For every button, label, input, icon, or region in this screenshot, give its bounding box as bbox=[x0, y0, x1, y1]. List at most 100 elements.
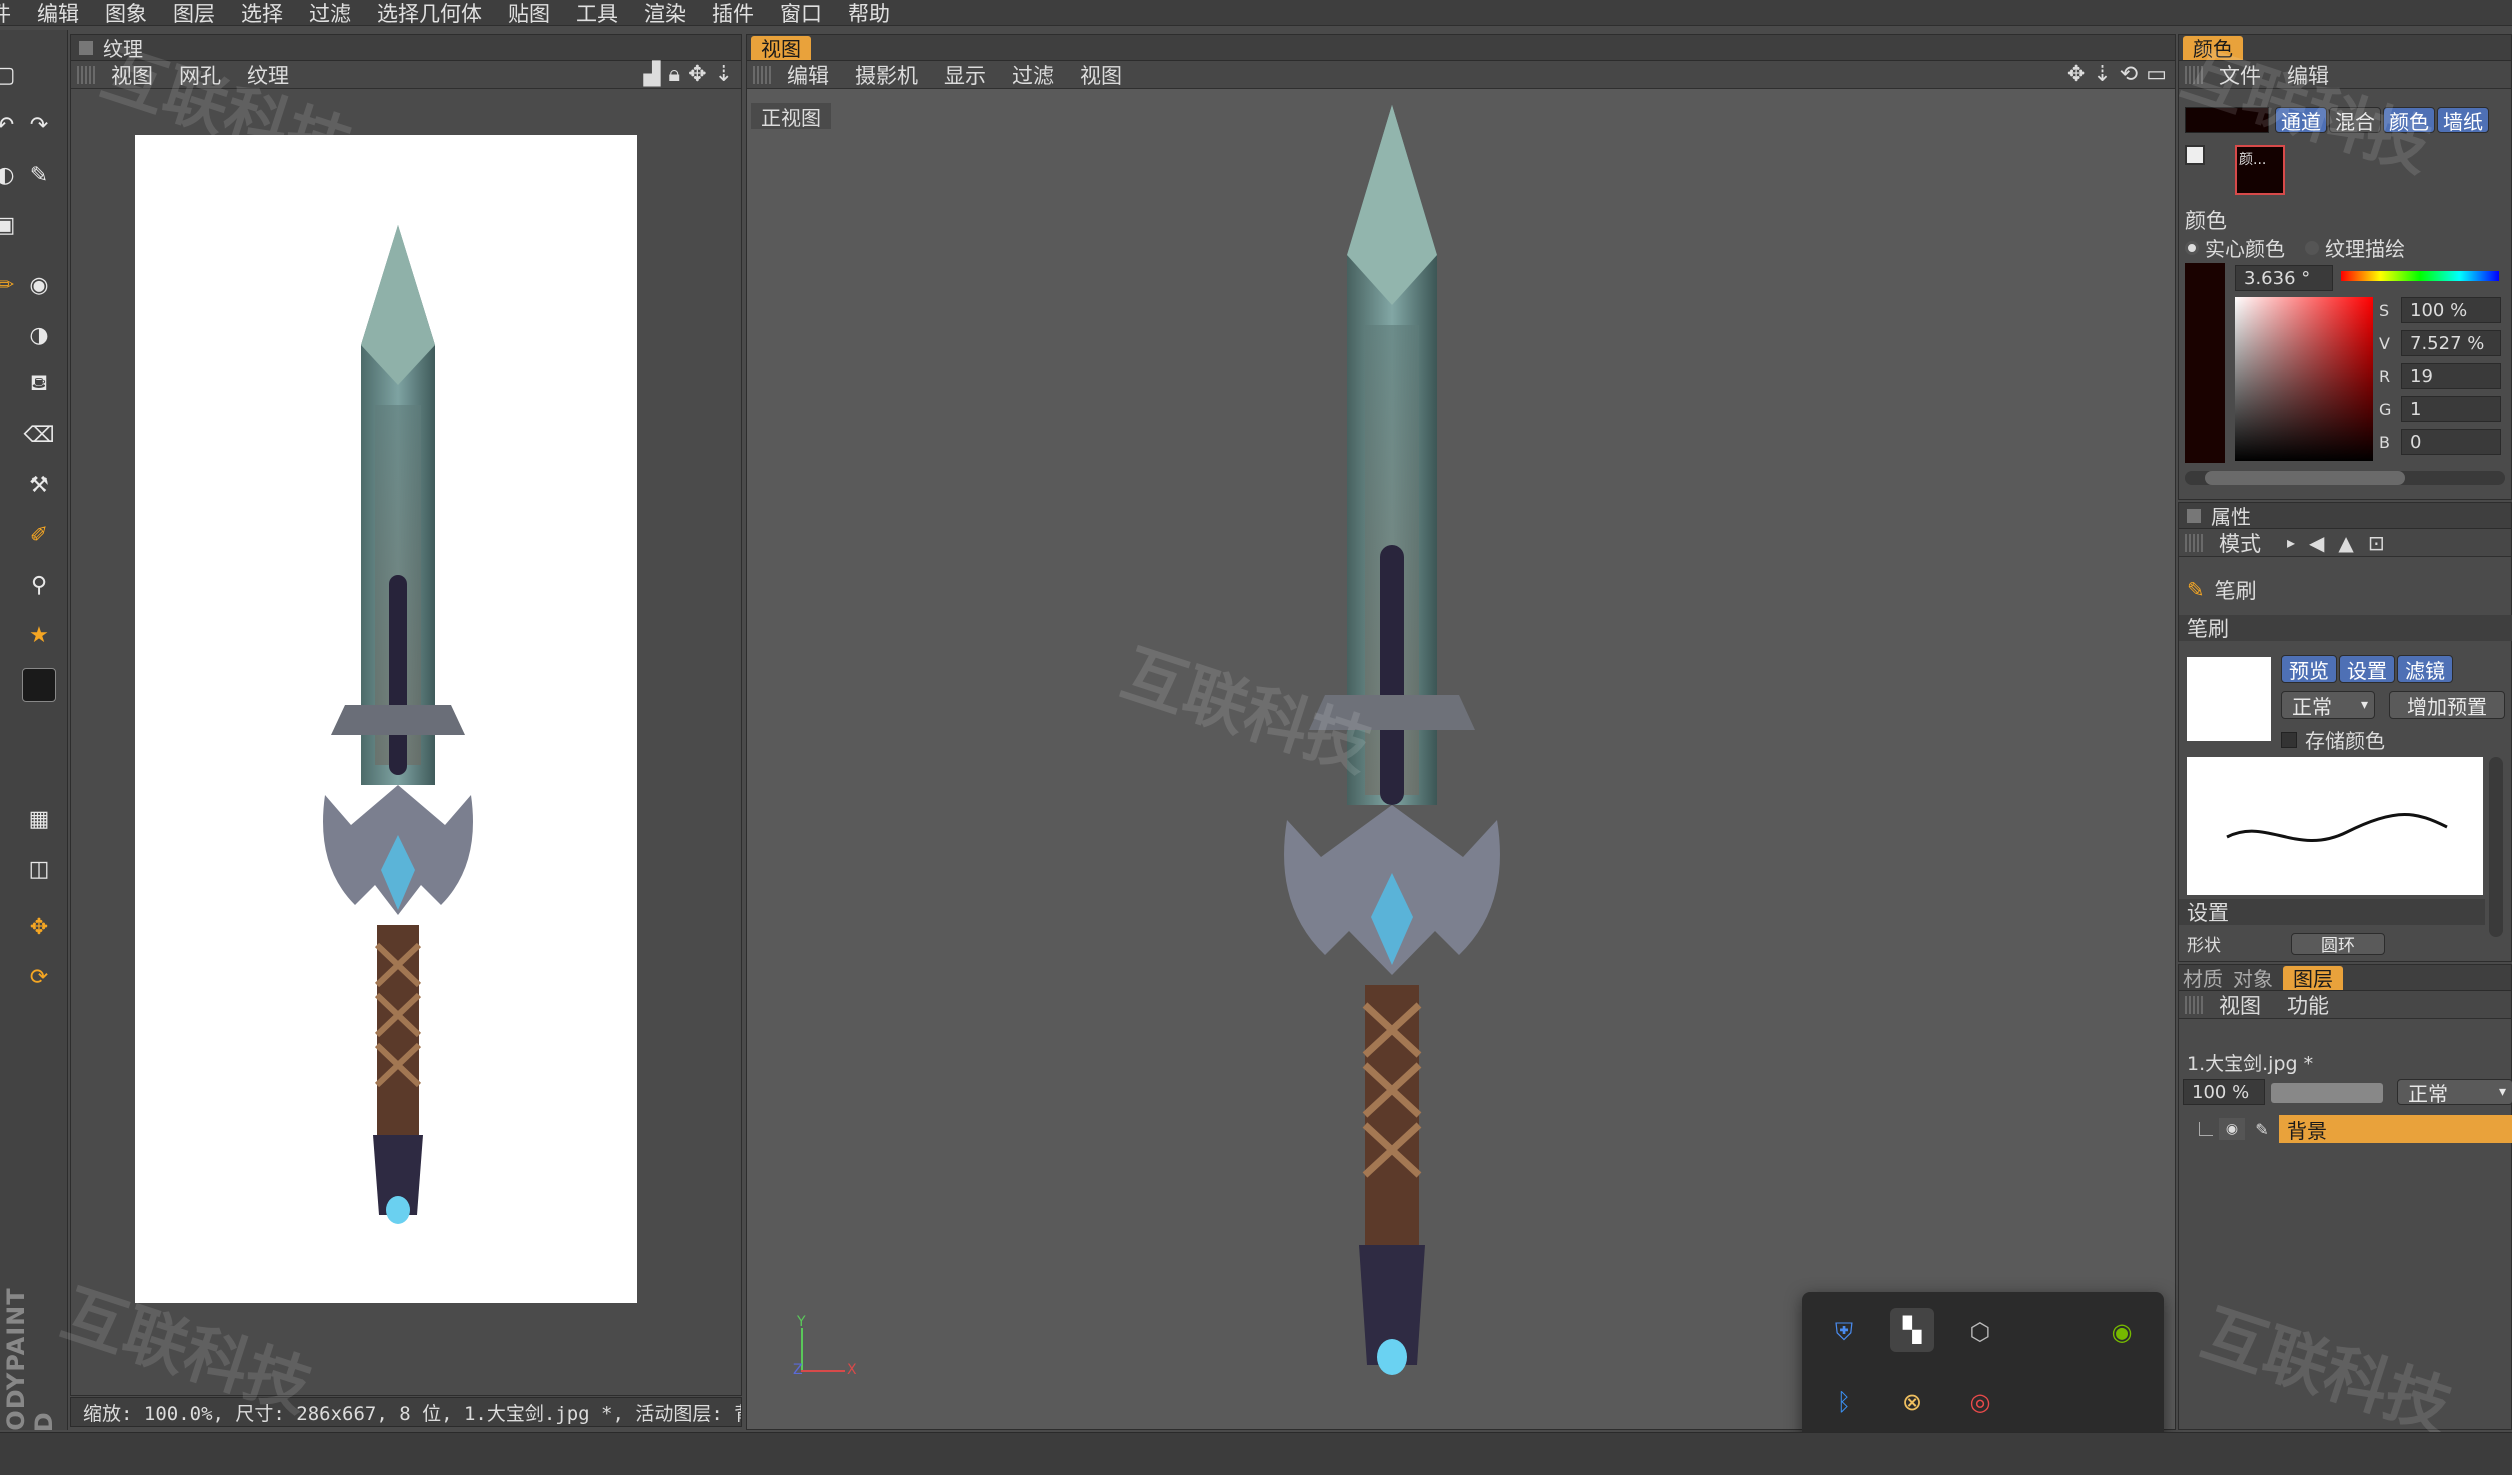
circle-x-icon[interactable]: ⊗ bbox=[1890, 1380, 1934, 1424]
field-r[interactable]: 19 bbox=[2401, 363, 2501, 389]
viewport-menu-display[interactable]: 显示 bbox=[944, 60, 986, 90]
fg-bg-swatch-icon[interactable] bbox=[2185, 145, 2205, 165]
tab-settings[interactable]: 设置 bbox=[2339, 655, 2395, 683]
hue-field[interactable]: 3.636 ° bbox=[2235, 265, 2333, 291]
tab-preset[interactable]: 预览 bbox=[2281, 655, 2337, 683]
eye-icon[interactable]: ◉ bbox=[2219, 1118, 2245, 1140]
nvidia-icon[interactable]: ◉ bbox=[2100, 1310, 2144, 1354]
menu-tools[interactable]: 工具 bbox=[576, 0, 618, 28]
menu-edit[interactable]: 编辑 bbox=[37, 0, 79, 28]
tab-filter[interactable]: 滤镜 bbox=[2397, 655, 2453, 683]
paint-icon[interactable]: ◐ bbox=[0, 158, 22, 192]
attributes-scrollbar[interactable] bbox=[2489, 757, 2503, 937]
clone-brush-icon[interactable]: ✐ bbox=[22, 518, 56, 552]
hue-slider[interactable] bbox=[2341, 271, 2499, 281]
bluetooth-icon[interactable]: ᛒ bbox=[1822, 1380, 1866, 1424]
radio-texture-paint[interactable] bbox=[2305, 240, 2319, 255]
tab-view[interactable]: 视图 bbox=[751, 35, 811, 61]
viewport-menu-view[interactable]: 视图 bbox=[1080, 60, 1122, 90]
viewport-menu-edit[interactable]: 编辑 bbox=[787, 60, 829, 90]
panel-collapse-icon[interactable] bbox=[79, 40, 93, 55]
menu-window[interactable]: 窗口 bbox=[780, 0, 822, 28]
tab-object[interactable]: 对象 bbox=[2233, 963, 2273, 992]
stamp-icon[interactable]: ⚒ bbox=[22, 468, 56, 502]
layer-row-background[interactable]: ◉ ✎ 背景 bbox=[2199, 1115, 2512, 1143]
lock-icon[interactable]: ⊡ bbox=[2368, 531, 2385, 555]
pan-icon[interactable]: ✥ bbox=[688, 62, 706, 87]
tab-wallpaper[interactable]: 墙纸 bbox=[2437, 107, 2489, 134]
menu-render[interactable]: 渲染 bbox=[644, 0, 686, 28]
menu-help[interactable]: 帮助 bbox=[848, 0, 890, 28]
menu-texture[interactable]: 贴图 bbox=[508, 0, 550, 28]
current-color-swatch[interactable] bbox=[2185, 107, 2269, 133]
undo-icon[interactable]: ↶ bbox=[0, 108, 22, 142]
field-s[interactable]: 100 % bbox=[2401, 297, 2501, 323]
menu-select[interactable]: 选择 bbox=[241, 0, 283, 28]
tab-material[interactable]: 材质 bbox=[2183, 963, 2223, 992]
brush-lock-icon[interactable]: ✎ bbox=[2251, 1118, 2273, 1140]
sword-3d-model[interactable] bbox=[1237, 105, 1547, 1385]
maximize-icon[interactable]: ▭ bbox=[2146, 62, 2167, 87]
menu-image[interactable]: 图象 bbox=[105, 0, 147, 28]
viewport-menu-camera[interactable]: 摄影机 bbox=[855, 60, 918, 90]
brush-preview-thumb[interactable] bbox=[2187, 657, 2271, 741]
grid-app-icon[interactable]: ▚ bbox=[1890, 1308, 1934, 1352]
gradient-icon[interactable]: ◑ bbox=[22, 318, 56, 352]
shield-app-icon[interactable]: ⛨ bbox=[1822, 1310, 1866, 1354]
up-arrow-icon[interactable]: ▲ bbox=[2338, 531, 2353, 555]
layers-menu-view[interactable]: 视图 bbox=[2219, 990, 2261, 1020]
menu-plugins[interactable]: 插件 bbox=[712, 0, 754, 28]
layer-name[interactable]: 背景 bbox=[2279, 1115, 2512, 1143]
redo-icon[interactable]: ↷ bbox=[22, 108, 56, 142]
menu-file[interactable]: 件 bbox=[0, 0, 11, 28]
pencil-icon[interactable]: ✏ bbox=[0, 268, 22, 302]
menu-filter[interactable]: 过滤 bbox=[309, 0, 351, 28]
tab-layers[interactable]: 图层 bbox=[2283, 965, 2343, 991]
select-icon[interactable]: ▢ bbox=[0, 58, 22, 92]
color-scrollbar[interactable] bbox=[2185, 471, 2505, 485]
store-color-checkbox[interactable] bbox=[2281, 731, 2297, 748]
menu-select-geometry[interactable]: 选择几何体 bbox=[377, 0, 482, 28]
add-preset-button[interactable]: 增加预置 bbox=[2389, 691, 2505, 719]
menu-layer[interactable]: 图层 bbox=[173, 0, 215, 28]
move-icon[interactable]: ✥ bbox=[22, 910, 56, 944]
panel-collapse-icon[interactable] bbox=[2187, 508, 2201, 523]
layer-opacity-field[interactable]: 100 % bbox=[2183, 1079, 2265, 1105]
netease-music-icon[interactable]: ◎ bbox=[1958, 1380, 2002, 1424]
field-b[interactable]: 0 bbox=[2401, 429, 2501, 455]
saturation-value-picker[interactable] bbox=[2235, 297, 2373, 461]
cube-app-icon[interactable]: ⬡ bbox=[1958, 1310, 2002, 1354]
orbit-icon[interactable]: ⟲ bbox=[2120, 62, 2138, 87]
layers-menu-function[interactable]: 功能 bbox=[2287, 990, 2329, 1020]
field-g[interactable]: 1 bbox=[2401, 396, 2501, 422]
histogram-icon[interactable]: ▟ bbox=[643, 62, 660, 87]
eyedropper-icon[interactable]: ⚲ bbox=[22, 568, 56, 602]
shape-select[interactable]: 圆环 bbox=[2291, 932, 2385, 956]
move-view-icon[interactable]: ✥ bbox=[2067, 62, 2085, 87]
blend-mode-select[interactable]: 正常 ▾ bbox=[2281, 691, 2375, 719]
texture-canvas[interactable] bbox=[135, 135, 637, 1303]
color-menu-edit[interactable]: 编辑 bbox=[2287, 60, 2329, 90]
texture-menu-view[interactable]: 视图 bbox=[111, 60, 153, 90]
attributes-menu-mode[interactable]: 模式 bbox=[2219, 528, 2261, 558]
tab-channel[interactable]: 通道 bbox=[2275, 107, 2327, 134]
brush-tool-icon[interactable]: ✎ bbox=[22, 158, 56, 192]
triangle-right-icon[interactable]: ▸ bbox=[2287, 533, 2295, 552]
tab-color-mode[interactable]: 颜色 bbox=[2383, 107, 2435, 134]
color-menu-file[interactable]: 文件 bbox=[2219, 60, 2261, 90]
paint-bucket-icon[interactable]: ⛾ bbox=[22, 368, 56, 402]
texture-menu-texture[interactable]: 纹理 bbox=[247, 60, 289, 90]
texture-menu-mesh[interactable]: 网孔 bbox=[179, 60, 221, 90]
rotate-icon[interactable]: ⟳ bbox=[22, 960, 56, 994]
color-swatch-icon[interactable] bbox=[22, 668, 56, 702]
field-v[interactable]: 7.527 % bbox=[2401, 330, 2501, 356]
back-arrow-icon[interactable]: ◀ bbox=[2309, 531, 2324, 555]
zoom-icon[interactable]: ⇣ bbox=[715, 62, 733, 87]
radio-solid-color[interactable] bbox=[2185, 240, 2199, 255]
dolly-icon[interactable]: ⇣ bbox=[2093, 62, 2111, 87]
layer-blend-select[interactable]: 正常 ▾ bbox=[2397, 1079, 2512, 1106]
uv-scale-icon[interactable]: ◫ bbox=[22, 852, 56, 886]
layer-opacity-slider[interactable] bbox=[2271, 1083, 2383, 1103]
palette-icon[interactable]: ◉ bbox=[22, 268, 56, 302]
tab-mix[interactable]: 混合 bbox=[2329, 107, 2381, 134]
